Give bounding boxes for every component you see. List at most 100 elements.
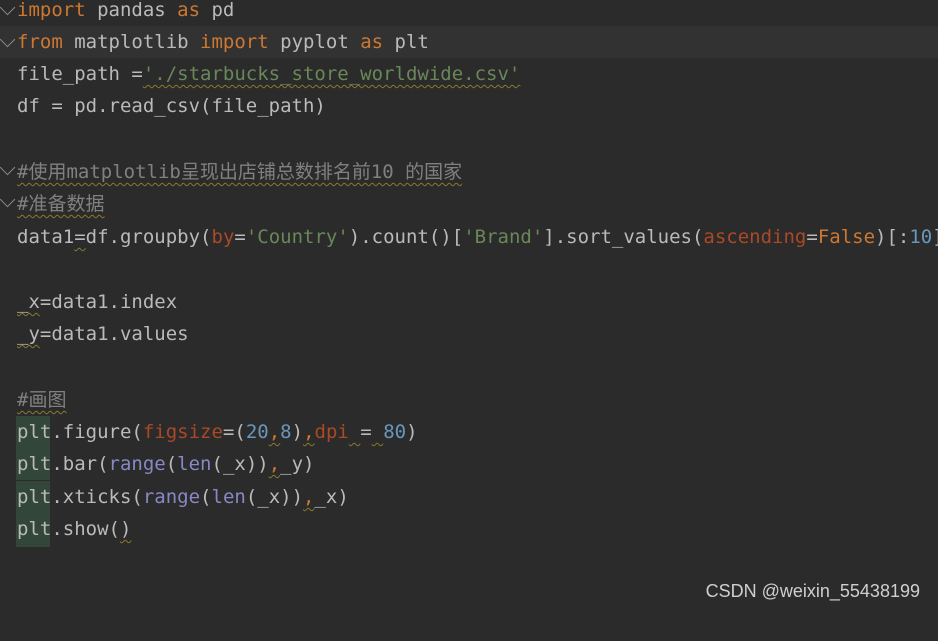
code-token: ) bbox=[291, 421, 304, 443]
code-line[interactable]: #画图 bbox=[0, 384, 938, 416]
code-line[interactable]: plt.xticks(range(len(_x)),_x) bbox=[0, 481, 938, 513]
code-token: import bbox=[200, 31, 269, 53]
code-line-text: import pandas as pd bbox=[17, 0, 234, 26]
code-token: range bbox=[142, 486, 201, 508]
code-line-text: plt.bar(range(len(_x)),_y) bbox=[17, 448, 314, 480]
code-line[interactable] bbox=[0, 350, 938, 382]
code-token: , bbox=[268, 421, 281, 443]
code-line-text: plt.figure(figsize=(20,8),dpi = 80) bbox=[17, 416, 418, 448]
code-token: df = pd.read_csv(file_path) bbox=[17, 95, 326, 117]
code-token: plt.show( bbox=[17, 518, 120, 540]
code-token: import bbox=[17, 0, 86, 21]
code-line[interactable]: plt.bar(range(len(_x)),_y) bbox=[0, 448, 938, 480]
code-line-text: #画图 bbox=[17, 384, 66, 416]
code-token: pd bbox=[200, 0, 235, 21]
code-token: ].sort_values( bbox=[543, 226, 704, 248]
code-token: =( bbox=[222, 421, 246, 443]
code-token: pandas bbox=[85, 0, 178, 21]
code-token: ( bbox=[200, 486, 212, 508]
code-line-current[interactable]: from matplotlib import pyplot as plt bbox=[0, 26, 938, 58]
code-token: #画图 bbox=[17, 389, 67, 411]
code-token: dpi bbox=[314, 421, 349, 443]
code-token: ) bbox=[119, 518, 132, 540]
code-line[interactable]: plt.show() bbox=[0, 513, 938, 547]
code-line-text: plt.xticks(range(len(_x)),_x) bbox=[17, 481, 349, 513]
code-token: from bbox=[17, 31, 63, 53]
fold-marker-icon[interactable] bbox=[0, 159, 16, 176]
code-line[interactable]: import pandas as pd bbox=[0, 0, 938, 26]
code-line[interactable] bbox=[0, 122, 938, 154]
code-line[interactable]: file_path ='./starbucks_store_worldwide.… bbox=[0, 58, 938, 90]
code-token: 20 bbox=[245, 421, 269, 443]
code-token: (_x)) bbox=[245, 486, 304, 508]
code-line[interactable]: #使用matplotlib呈现出店铺总数排名前10 的国家 bbox=[0, 156, 938, 188]
code-token: plt.figure( bbox=[17, 421, 143, 443]
code-token: 8 bbox=[280, 421, 292, 443]
code-token: =data1.values bbox=[39, 323, 189, 345]
code-token: =data1.index bbox=[39, 291, 178, 313]
code-token: len bbox=[211, 486, 246, 508]
code-token: = bbox=[74, 226, 86, 248]
code-token: _y) bbox=[280, 453, 315, 475]
code-token: = bbox=[806, 226, 818, 248]
code-token: _x bbox=[17, 291, 40, 313]
code-token: )[: bbox=[875, 226, 910, 248]
code-line-text: plt.show() bbox=[17, 513, 131, 545]
code-token: #准备数据 bbox=[17, 193, 105, 215]
watermark: CSDN @weixin_55438199 bbox=[705, 581, 920, 601]
code-line-text: from matplotlib import pyplot as plt bbox=[17, 26, 429, 58]
code-token: by bbox=[211, 226, 235, 248]
code-token: as bbox=[360, 31, 384, 53]
code-line-text: #使用matplotlib呈现出店铺总数排名前10 的国家 bbox=[17, 156, 462, 188]
code-token: (_x)) bbox=[211, 453, 269, 475]
code-token: ( bbox=[165, 453, 178, 475]
code-token: pyplot bbox=[268, 31, 361, 53]
code-token: = bbox=[234, 226, 246, 248]
code-token: matplotlib bbox=[62, 31, 201, 53]
code-line-text: #准备数据 bbox=[17, 188, 104, 220]
code-token: plt.bar( bbox=[17, 453, 109, 475]
code-line-text: file_path ='./starbucks_store_worldwide.… bbox=[17, 58, 520, 90]
code-token: ).count()[ bbox=[348, 226, 464, 248]
code-token: #使用matplotlib呈现出店铺总数排名前10 的国家 bbox=[17, 161, 463, 183]
code-line[interactable]: df = pd.read_csv(file_path) bbox=[0, 90, 938, 122]
code-token: 'Country' bbox=[245, 226, 349, 248]
code-line[interactable]: _y=data1.values bbox=[0, 318, 938, 350]
code-token: plt.xticks( bbox=[17, 486, 143, 508]
fold-marker-icon[interactable] bbox=[0, 191, 16, 208]
code-token: ] bbox=[932, 226, 938, 248]
code-token: False bbox=[817, 226, 876, 248]
code-line[interactable]: _x=data1.index bbox=[0, 286, 938, 318]
code-token: data1 bbox=[17, 226, 75, 248]
code-token: = bbox=[360, 421, 372, 443]
code-token: file_path = bbox=[17, 63, 143, 85]
code-token: , bbox=[303, 421, 315, 443]
code-token: , bbox=[268, 453, 281, 475]
code-line[interactable]: data1=df.groupby(by='Country').count()['… bbox=[0, 221, 938, 253]
code-token: plt bbox=[383, 31, 429, 53]
code-line[interactable] bbox=[0, 254, 938, 286]
code-token: _y bbox=[17, 323, 40, 345]
code-token: _x) bbox=[314, 486, 349, 508]
code-token: df.groupby( bbox=[85, 226, 212, 248]
code-line[interactable]: #准备数据 bbox=[0, 188, 938, 220]
code-token: './starbucks_store_worldwide.csv' bbox=[142, 63, 521, 85]
code-token: range bbox=[108, 453, 166, 475]
code-line-text: _x=data1.index bbox=[17, 286, 177, 318]
fold-marker-icon[interactable] bbox=[0, 31, 16, 48]
code-line[interactable]: plt.figure(figsize=(20,8),dpi = 80) bbox=[0, 416, 938, 448]
code-token: figsize bbox=[142, 421, 223, 443]
code-token: , bbox=[303, 486, 315, 508]
fold-marker-icon[interactable] bbox=[0, 0, 16, 16]
code-line-text: df = pd.read_csv(file_path) bbox=[17, 90, 326, 122]
code-token: len bbox=[177, 453, 212, 475]
code-line-text: _y=data1.values bbox=[17, 318, 189, 350]
code-editor[interactable]: import pandas as pd from matplotlib impo… bbox=[0, 0, 938, 612]
code-token: 'Brand' bbox=[463, 226, 544, 248]
code-token: as bbox=[177, 0, 201, 21]
code-token: ) bbox=[406, 421, 418, 443]
code-token: 80 bbox=[383, 421, 407, 443]
code-line-text: data1=df.groupby(by='Country').count()['… bbox=[17, 221, 938, 253]
